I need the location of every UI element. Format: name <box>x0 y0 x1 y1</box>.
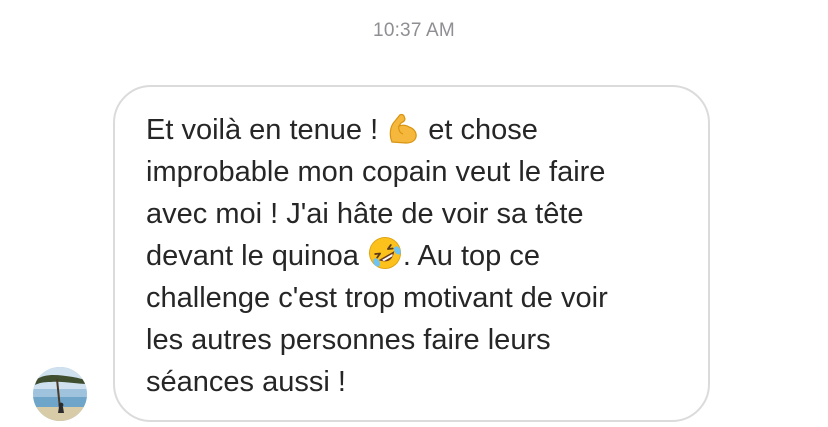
message-line: Et voilà en tenue ! et chose <box>146 109 678 151</box>
message-timestamp: 10:37 AM <box>373 20 455 41</box>
flexed-biceps-icon <box>386 111 420 145</box>
message-line: improbable mon copain veut le faire <box>146 156 606 188</box>
sender-avatar[interactable] <box>33 367 87 421</box>
message-line: séances aussi ! <box>146 366 346 398</box>
message-line: devant le quinoa . Au top ce <box>146 235 678 277</box>
rolling-on-floor-laughing-icon <box>367 235 403 271</box>
user-avatar-photo <box>33 367 87 421</box>
message-line: challenge c'est trop motivant de voir <box>146 282 608 314</box>
message-line: avec moi ! J'ai hâte de voir sa tête <box>146 198 584 230</box>
message-line: les autres personnes faire leurs <box>146 324 551 356</box>
message-bubble[interactable]: Et voilà en tenue ! et chose improbable … <box>113 85 710 422</box>
